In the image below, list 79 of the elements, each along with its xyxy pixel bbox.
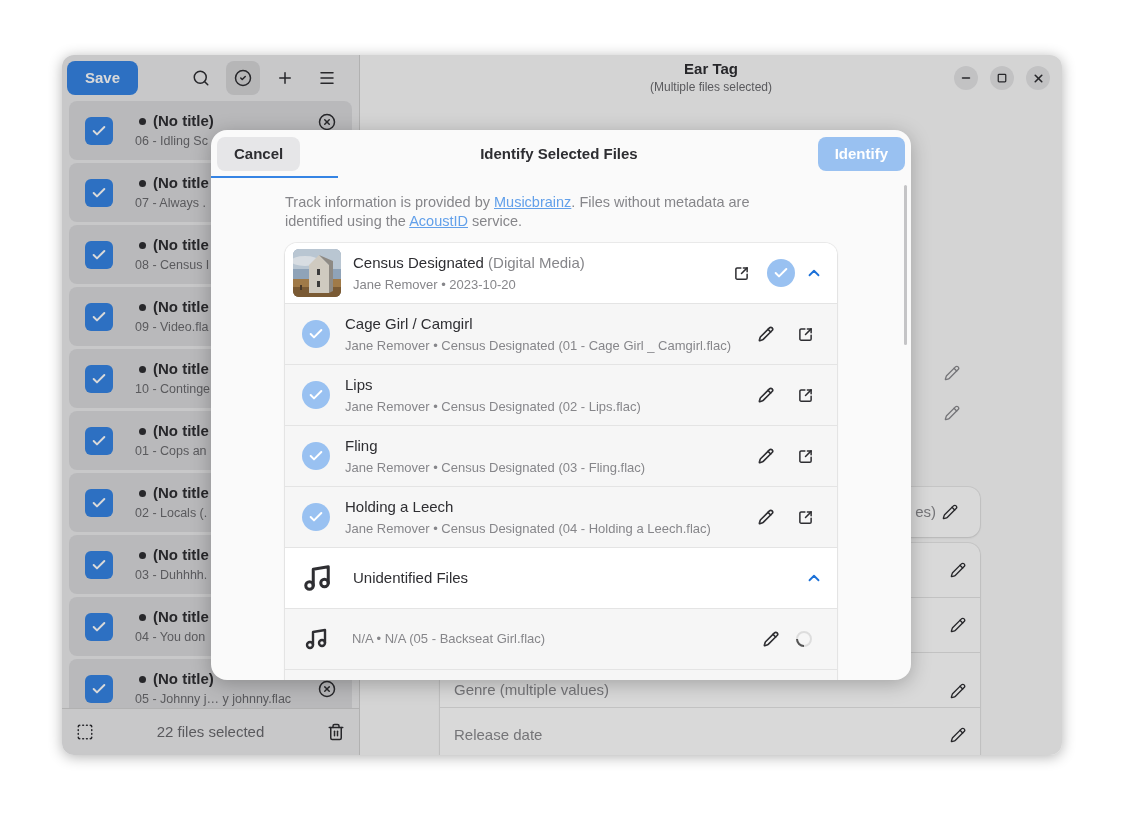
track-row[interactable]: Cage Girl / Camgirl Jane Remover • Census Designated (01 - Cage Girl _ Camgirl.flac)	[285, 304, 837, 365]
checkbox[interactable]	[85, 364, 113, 393]
maximize-icon	[997, 73, 1007, 83]
open-link-icon[interactable]	[734, 265, 749, 281]
minimize-button[interactable]	[954, 66, 978, 90]
edit-icon[interactable]	[763, 631, 779, 647]
edit-icon[interactable]	[758, 509, 774, 525]
group-header[interactable]: Census Designated (Digital Media) Jane Remover • 2023-10-20	[285, 243, 837, 304]
edit-icon[interactable]	[758, 448, 774, 464]
track-row[interactable]: Fling Jane Remover • Census Designated (03 - Fling.flac)	[285, 426, 837, 487]
dialog-title: Identify Selected Files	[479, 143, 639, 164]
menu-icon	[318, 69, 336, 87]
open-link-icon[interactable]	[798, 448, 813, 464]
edit-icon[interactable]	[758, 387, 774, 403]
open-link-icon[interactable]	[798, 326, 813, 342]
file-title: (No title)	[153, 110, 214, 131]
select-icon	[234, 69, 252, 87]
identify-button: Identify	[817, 137, 905, 171]
file-title: (No title	[153, 296, 209, 317]
group-title: Unidentified Files	[353, 567, 469, 588]
file-title: (No title	[153, 544, 209, 565]
checkbox[interactable]	[85, 550, 113, 579]
track-row[interactable]: Holding a Leech Jane Remover • Census Designated (04 - Holding a Leech.flac)	[285, 487, 837, 548]
window-subtitle: (Multiple files selected)	[649, 79, 772, 96]
open-link-icon[interactable]	[798, 387, 813, 403]
group-subtitle: Jane Remover • 2023-10-20	[353, 275, 516, 294]
file-name: 09 - Video.fla	[135, 319, 209, 337]
save-button[interactable]: Save	[67, 61, 139, 95]
checkbox[interactable]	[85, 178, 113, 207]
file-title: (No title	[153, 420, 209, 441]
edit-icon[interactable]	[758, 326, 774, 342]
field-text: es)	[915, 501, 936, 522]
open-link-icon[interactable]	[798, 509, 813, 525]
file-name: 02 - Locals (.	[135, 505, 208, 523]
file-name: 06 - Idling Sc	[135, 133, 208, 151]
file-name: 04 - You don	[135, 629, 206, 647]
maximize-button[interactable]	[990, 66, 1014, 90]
add-icon	[276, 69, 294, 87]
checkbox[interactable]	[85, 240, 113, 269]
file-name: 07 - Always .	[135, 195, 206, 213]
file-title: (No title	[153, 606, 209, 627]
close-button[interactable]	[1026, 66, 1050, 90]
checkbox[interactable]	[85, 426, 113, 455]
remove-icon[interactable]	[318, 113, 336, 131]
delete-icon[interactable]	[327, 723, 345, 741]
music-icon	[304, 627, 328, 651]
edit-icon[interactable]	[950, 727, 966, 743]
edit-icon[interactable]	[950, 562, 966, 578]
checkbox[interactable]	[85, 488, 113, 517]
select-button[interactable]	[226, 61, 260, 95]
track-row[interactable]: Lips Jane Remover • Census Designated (02 - Lips.flac)	[285, 365, 837, 426]
checkbox[interactable]	[85, 302, 113, 331]
file-name: 03 - Duhhhh.	[135, 567, 208, 585]
file-title: (No title	[153, 172, 209, 193]
checkbox[interactable]	[85, 116, 113, 145]
file-name: 08 - Census I	[135, 257, 210, 275]
file-name: 01 - Cops an	[135, 443, 207, 461]
close-icon	[1031, 71, 1045, 85]
file-title: (No title	[153, 358, 209, 379]
group-header[interactable]: Unidentified Files	[285, 548, 837, 609]
music-icon	[302, 563, 332, 593]
group-title: Census Designated (Digital Media)	[353, 253, 585, 273]
file-title: (No title	[153, 482, 209, 503]
cancel-button[interactable]: Cancel	[217, 137, 301, 171]
checkbox[interactable]	[85, 674, 113, 703]
file-name: 10 - Continge	[135, 381, 211, 399]
search-icon	[192, 69, 210, 87]
edit-icon[interactable]	[950, 683, 966, 699]
window-title: Ear Tag	[684, 60, 738, 78]
remove-icon[interactable]	[318, 679, 336, 698]
file-title: (No title	[153, 234, 209, 255]
track-subtitle: N/A • N/A (05 - Backseat Girl.flac)	[352, 630, 546, 649]
checkbox[interactable]	[85, 612, 113, 641]
file-name: 05 - Johnny j… y johnny.flac	[135, 691, 292, 708]
file-title: (No title)	[153, 668, 214, 689]
deselect-icon[interactable]	[76, 723, 94, 741]
edit-icon[interactable]	[950, 617, 966, 633]
selection-count: 22 files selected	[155, 721, 266, 742]
edit-icon[interactable]	[942, 504, 958, 520]
